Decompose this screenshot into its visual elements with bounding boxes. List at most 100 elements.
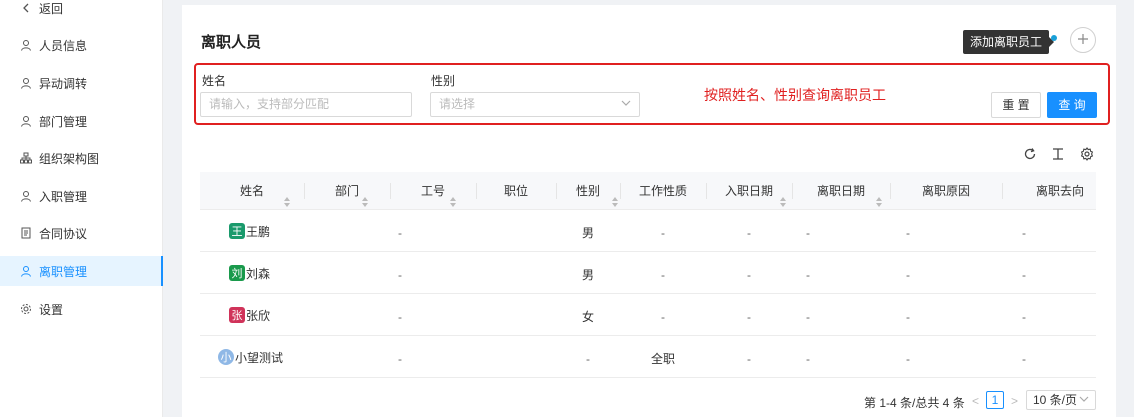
table-header: 姓名 部门 工号 职位 性别 工作性质 入职日期 离职日期 离职原因 离职去向: [200, 172, 1096, 210]
col-gender[interactable]: 性别: [556, 172, 620, 210]
document-icon: [19, 226, 33, 240]
sidebar-item-label: 离职管理: [39, 264, 88, 279]
sidebar-item-department[interactable]: 部门管理: [0, 106, 163, 136]
sort-icon: [362, 185, 368, 207]
cell-destination: -: [1022, 310, 1026, 324]
table-row[interactable]: 王 王鹏 - 男 - - - - -: [200, 210, 1096, 252]
cell-reason: -: [906, 268, 910, 282]
name-cell: 小 小望测试: [218, 336, 283, 378]
cell-dept: -: [398, 268, 402, 282]
sort-icon: [612, 185, 618, 207]
col-reason[interactable]: 离职原因: [890, 172, 1002, 210]
settings-icon[interactable]: [1079, 146, 1095, 162]
cell-reason: -: [906, 352, 910, 366]
cell-dept: -: [398, 226, 402, 240]
col-position[interactable]: 职位: [476, 172, 556, 210]
add-tooltip: 添加离职员工: [963, 30, 1055, 54]
cell-reason: -: [906, 226, 910, 240]
cell-leave-date: -: [806, 226, 810, 240]
gear-icon: [19, 302, 33, 316]
gender-placeholder: 请选择: [439, 97, 476, 111]
chevron-left-icon: [19, 1, 33, 15]
sidebar-item-resignation[interactable]: 离职管理: [0, 256, 163, 286]
cell-leave-date: -: [806, 310, 810, 324]
refresh-icon[interactable]: [1022, 146, 1038, 162]
sort-icon: [876, 185, 882, 207]
cell-leave-date: -: [806, 268, 810, 282]
cell-destination: -: [1022, 352, 1026, 366]
prev-page-button[interactable]: <: [972, 394, 979, 408]
sidebar-item-contract[interactable]: 合同协议: [0, 218, 163, 248]
sidebar-item-label: 设置: [39, 302, 64, 317]
next-page-button[interactable]: >: [1011, 394, 1018, 408]
col-join-date[interactable]: 入职日期: [706, 172, 792, 210]
page-size-select[interactable]: 10 条/页: [1026, 390, 1096, 410]
employee-name: 张欣: [246, 308, 271, 323]
table-row[interactable]: 张 张欣 - 女 - - - - -: [200, 294, 1096, 336]
sidebar-item-onboarding[interactable]: 入职管理: [0, 181, 163, 211]
table-row[interactable]: 小 小望测试 - - 全职 - - - -: [200, 336, 1096, 378]
sidebar-item-label: 合同协议: [39, 226, 88, 241]
cell-join-date: -: [747, 226, 751, 240]
column-height-icon[interactable]: [1050, 146, 1066, 162]
cell-destination: -: [1022, 268, 1026, 282]
cell-gender: 女: [581, 310, 594, 324]
cell-nature: 全职: [650, 352, 675, 366]
chevron-down-icon: [1079, 391, 1089, 409]
sidebar-item-label: 部门管理: [39, 114, 88, 129]
cell-nature: -: [661, 310, 665, 324]
name-label: 姓名: [202, 74, 227, 88]
user-icon: [19, 264, 33, 278]
add-resigned-button[interactable]: [1070, 27, 1096, 53]
col-name[interactable]: 姓名: [200, 172, 304, 210]
employee-name: 王鹏: [246, 224, 271, 239]
sidebar-item-org-chart[interactable]: 组织架构图: [0, 143, 163, 173]
main-card: 离职人员 添加离职员工 姓名 请输入，支持部分匹配 性别 请选择 按照姓名、性别…: [182, 5, 1116, 417]
cell-join-date: -: [747, 268, 751, 282]
reset-button[interactable]: 重 置: [991, 92, 1041, 118]
sidebar-item-label: 异动调转: [39, 76, 88, 91]
sort-icon: [780, 185, 786, 207]
status-dot: [1051, 35, 1057, 41]
sort-icon: [284, 185, 290, 207]
name-cell: 张 张欣: [229, 294, 270, 336]
back-link[interactable]: 返回: [0, 0, 163, 23]
cell-join-date: -: [747, 352, 751, 366]
resigned-table: 姓名 部门 工号 职位 性别 工作性质 入职日期 离职日期 离职原因 离职去向 …: [200, 172, 1096, 378]
filter-panel: 姓名 请输入，支持部分匹配 性别 请选择 按照姓名、性别查询离职员工 重 置 查…: [194, 63, 1110, 125]
gender-select[interactable]: 请选择: [430, 92, 640, 117]
page-title: 离职人员: [201, 34, 262, 51]
org-chart-icon: [19, 151, 33, 165]
cell-gender: 男: [581, 268, 594, 282]
sidebar-item-label: 入职管理: [39, 189, 88, 204]
sidebar-item-settings[interactable]: 设置: [0, 294, 163, 324]
avatar: 刘: [229, 265, 245, 281]
gender-label: 性别: [431, 74, 456, 88]
back-label: 返回: [39, 1, 64, 16]
col-dept[interactable]: 部门: [304, 172, 390, 210]
sidebar: 返回 人员信息 异动调转 部门管理 组织架构图 入职管理 合同协议 离职管理 设…: [0, 0, 163, 417]
sidebar-item-staff-info[interactable]: 人员信息: [0, 30, 163, 60]
cell-dept: -: [398, 352, 402, 366]
annotation-text: 按照姓名、性别查询离职员工: [704, 87, 886, 103]
sidebar-item-label: 组织架构图: [39, 151, 100, 166]
cell-leave-date: -: [806, 352, 810, 366]
cell-dept: -: [398, 310, 402, 324]
sidebar-item-transfer[interactable]: 异动调转: [0, 68, 163, 98]
name-input[interactable]: 请输入，支持部分匹配: [200, 92, 412, 117]
user-icon: [19, 38, 33, 52]
cell-join-date: -: [747, 310, 751, 324]
table-row[interactable]: 刘 刘森 - 男 - - - - -: [200, 252, 1096, 294]
col-leave-date[interactable]: 离职日期: [792, 172, 890, 210]
cell-gender: 男: [581, 226, 594, 240]
plus-icon: [1077, 33, 1089, 48]
cell-gender: -: [586, 352, 590, 366]
employee-name: 小望测试: [235, 350, 284, 365]
avatar: 小: [218, 349, 234, 365]
pagination-total: 第 1-4 条/总共 4 条: [864, 396, 965, 410]
query-button[interactable]: 查 询: [1047, 92, 1097, 118]
page-1-button[interactable]: 1: [986, 391, 1004, 409]
col-nature[interactable]: 工作性质: [620, 172, 706, 210]
col-destination[interactable]: 离职去向: [1002, 172, 1118, 210]
col-no[interactable]: 工号: [390, 172, 476, 210]
